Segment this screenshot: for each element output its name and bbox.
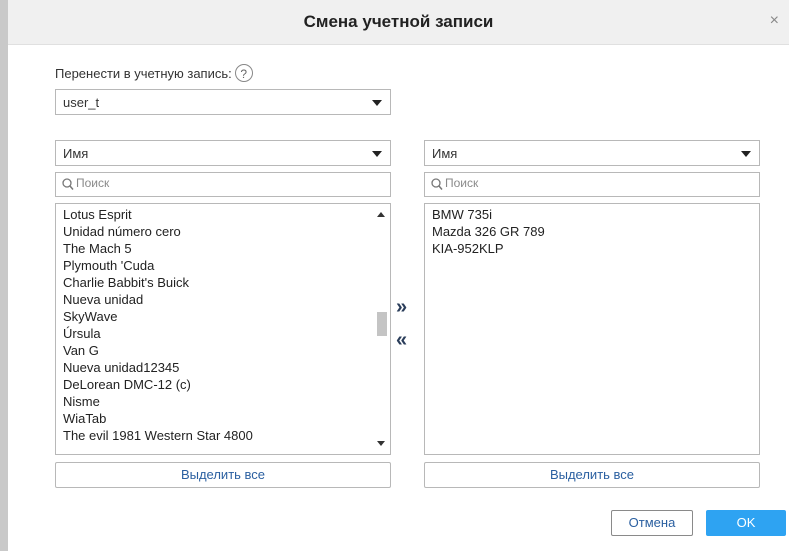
dialog-titlebar: Смена учетной записи × <box>8 0 789 45</box>
left-select-all-button[interactable]: Выделить все <box>55 462 391 488</box>
left-unit-list[interactable]: Lotus Esprit Unidad número cero The Mach 5… <box>55 203 391 455</box>
left-list-scrollbar[interactable] <box>373 204 390 454</box>
list-item[interactable]: Mazda 326 GR 789 <box>432 223 759 240</box>
target-account-label-row: Перенести в учетную запись: ? <box>55 64 253 82</box>
move-left-icon[interactable]: « <box>396 330 407 350</box>
right-sort-select[interactable]: Имя <box>424 140 760 166</box>
left-sort-select[interactable]: Имя <box>55 140 391 166</box>
scroll-down-icon[interactable] <box>377 441 385 446</box>
move-right-icon[interactable]: » <box>396 297 407 317</box>
list-item[interactable]: Lotus Esprit <box>63 206 390 223</box>
list-item[interactable]: BMW 735i <box>432 206 759 223</box>
account-change-dialog: Смена учетной записи × Перенести в учетн… <box>0 0 789 551</box>
left-search-input[interactable] <box>76 176 276 190</box>
right-search-input[interactable] <box>445 176 645 190</box>
list-item[interactable]: Van G <box>63 342 390 359</box>
chevron-down-icon <box>741 151 751 157</box>
list-item[interactable]: KIA-952KLP <box>432 240 759 257</box>
scrollbar-thumb[interactable] <box>377 312 387 336</box>
list-item[interactable]: Unidad número cero <box>63 223 390 240</box>
target-account-value: user_t <box>63 95 100 110</box>
list-item[interactable]: Úrsula <box>63 325 390 342</box>
ok-button[interactable]: OK <box>706 510 786 536</box>
dialog-title: Смена учетной записи <box>303 12 494 31</box>
chevron-down-icon <box>372 151 382 157</box>
help-icon[interactable]: ? <box>234 64 253 82</box>
target-account-select[interactable]: user_t <box>55 89 391 115</box>
scroll-up-icon[interactable] <box>377 212 385 217</box>
list-item[interactable]: Nueva unidad12345 <box>63 359 390 376</box>
close-icon[interactable]: × <box>770 13 779 29</box>
list-item[interactable]: The evil 1981 Western Star 4800 <box>63 427 390 444</box>
left-sort-value: Имя <box>63 146 89 161</box>
right-search-field[interactable] <box>424 172 760 197</box>
list-item[interactable]: SkyWave <box>63 308 390 325</box>
right-select-all-button[interactable]: Выделить все <box>424 462 760 488</box>
list-item[interactable]: DeLorean DMC-12 (c) <box>63 376 390 393</box>
left-unit-items: Lotus Esprit Unidad número cero The Mach 5… <box>56 204 390 444</box>
left-search-field[interactable] <box>55 172 391 197</box>
list-item[interactable]: Charlie Babbit's Buick <box>63 274 390 291</box>
chevron-down-icon <box>372 100 382 106</box>
right-sort-value: Имя <box>432 146 458 161</box>
list-item[interactable]: WiaTab <box>63 410 390 427</box>
list-item[interactable]: Nueva unidad <box>63 291 390 308</box>
cancel-button[interactable]: Отмена <box>611 510 693 536</box>
list-item[interactable]: Nisme <box>63 393 390 410</box>
search-icon <box>431 178 443 190</box>
search-icon <box>62 178 74 190</box>
list-item[interactable]: The Mach 5 <box>63 240 390 257</box>
list-item[interactable]: Plymouth 'Cuda <box>63 257 390 274</box>
right-unit-items: BMW 735i Mazda 326 GR 789 KIA-952KLP <box>425 204 759 257</box>
right-unit-list[interactable]: BMW 735i Mazda 326 GR 789 KIA-952KLP <box>424 203 760 455</box>
target-account-label: Перенести в учетную запись: <box>55 65 232 81</box>
